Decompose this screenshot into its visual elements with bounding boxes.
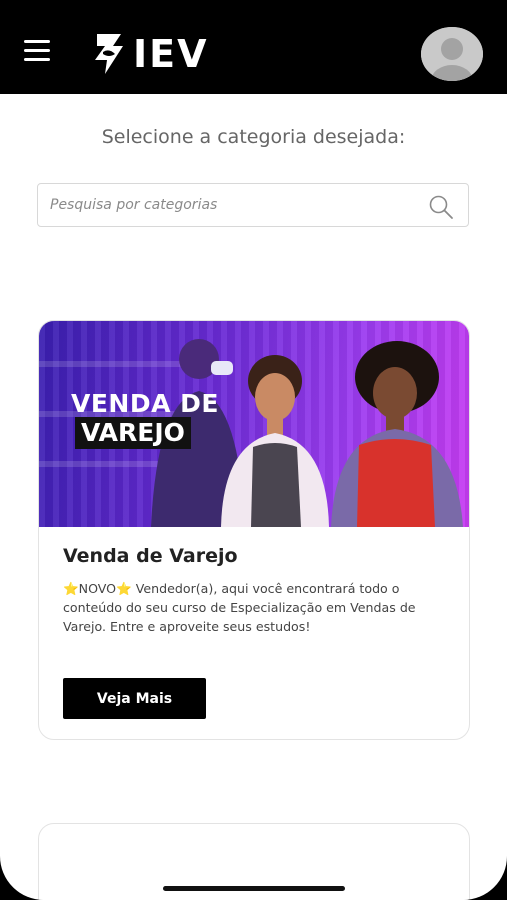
hamburger-menu-icon[interactable] — [24, 40, 52, 62]
page-heading: Selecione a categoria desejada: — [101, 126, 406, 148]
search-input[interactable] — [50, 184, 410, 226]
app-screen: IEV Selecione a categoria desejada: Pesq… — [0, 0, 507, 900]
brand-logo[interactable]: IEV — [93, 32, 209, 76]
logo-mark-icon — [95, 34, 123, 74]
category-card[interactable]: VENDA DE VAREJO Venda de Varejo ⭐NOVO⭐ V… — [38, 320, 470, 740]
card-title: Venda de Varejo — [63, 545, 238, 567]
card-description: ⭐NOVO⭐ Vendedor(a), aqui você encontrará… — [63, 581, 416, 634]
search-box — [37, 183, 469, 227]
user-avatar-icon — [421, 27, 483, 81]
banner-title-line1: VENDA DE — [71, 389, 219, 418]
top-app-bar: IEV — [0, 0, 507, 94]
search-icon[interactable] — [428, 194, 454, 220]
category-banner-image: VENDA DE VAREJO — [39, 321, 469, 527]
home-indicator[interactable] — [163, 886, 345, 891]
banner-title-line2: VAREJO — [75, 417, 191, 449]
brand-name: IEV — [133, 32, 209, 76]
user-avatar[interactable] — [421, 27, 483, 81]
see-more-button[interactable]: Veja Mais — [63, 678, 206, 719]
